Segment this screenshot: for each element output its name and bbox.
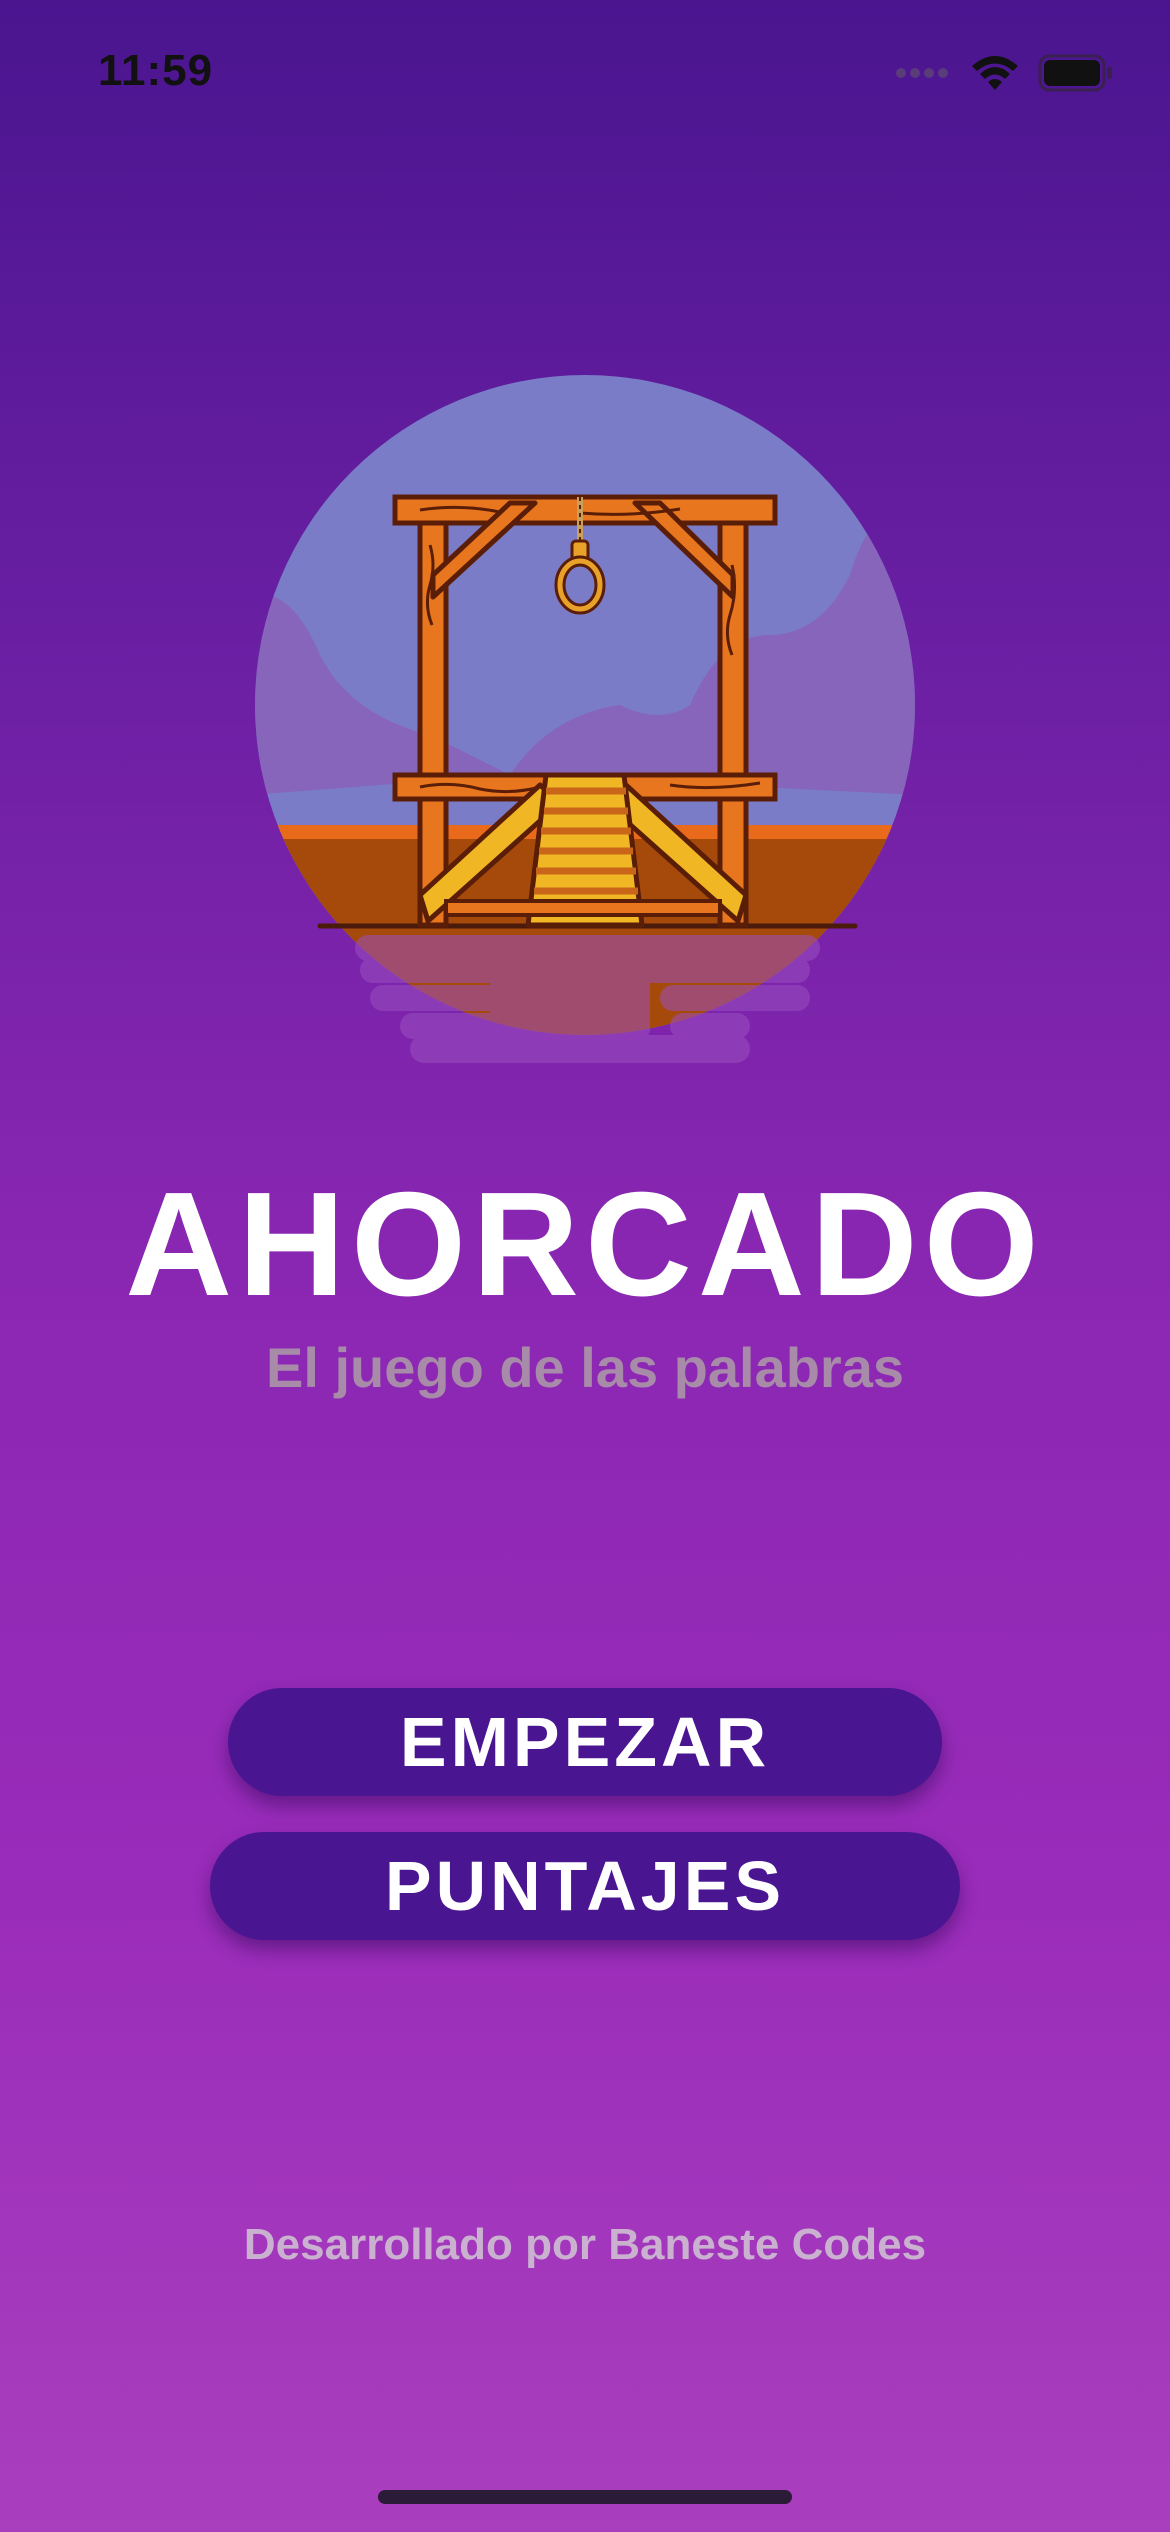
developer-credit: Desarrollado por Baneste Codes xyxy=(243,2220,927,2269)
app-subtitle: El juego de las palabras xyxy=(265,1336,904,1399)
signal-dots-icon xyxy=(896,68,948,78)
status-time: 11:59 xyxy=(98,46,214,95)
gallows-icon xyxy=(255,375,915,1063)
home-indicator[interactable] xyxy=(378,2490,792,2504)
battery-icon xyxy=(1038,54,1112,92)
start-button[interactable]: EMPEZAR xyxy=(228,1688,942,1796)
scores-button[interactable]: PUNTAJES xyxy=(210,1832,960,1940)
wifi-icon xyxy=(972,56,1018,90)
app-title: AHORCADO xyxy=(125,1162,1045,1327)
status-icons xyxy=(896,54,1114,92)
status-bar: 11:59 xyxy=(0,0,1170,150)
